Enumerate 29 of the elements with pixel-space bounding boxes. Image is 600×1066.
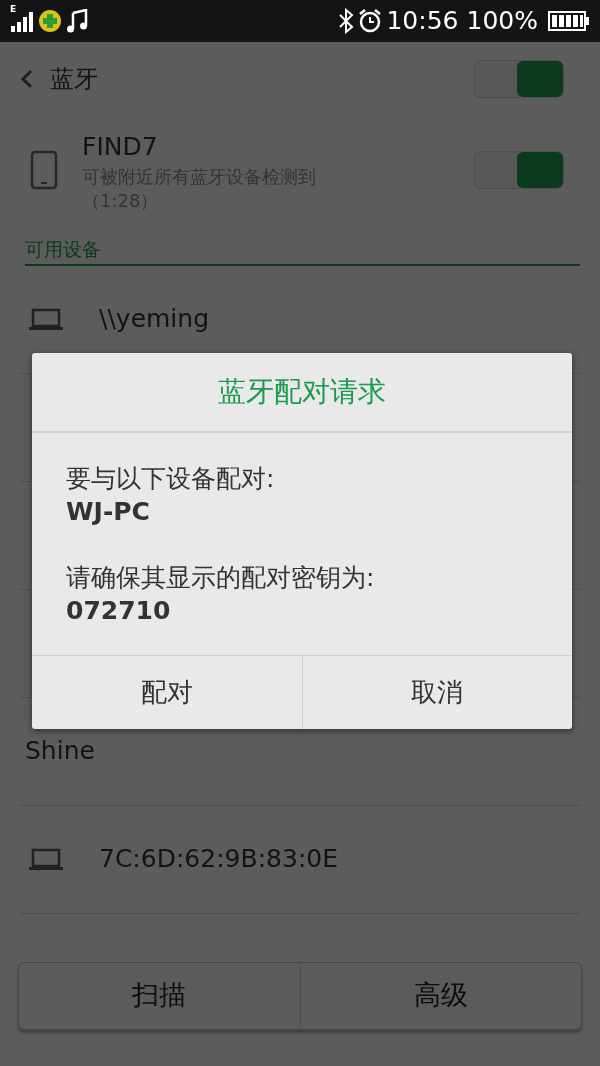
security-app-icon — [38, 9, 62, 33]
clock-time: 10:56 — [386, 5, 459, 38]
dialog-button[interactable]: 取消 — [301, 656, 572, 729]
device-name[interactable]: \\yeming — [94, 300, 210, 338]
section-title: 可用设备 — [25, 225, 580, 266]
laptop-icon — [28, 847, 64, 871]
bottom-button[interactable]: 扫描 — [19, 962, 300, 1029]
back-icon — [20, 68, 34, 89]
phone-icon — [30, 150, 58, 190]
device-name[interactable]: Shine — [20, 732, 95, 770]
dialog-value: 072710 — [66, 594, 172, 627]
toggle-switch[interactable] — [474, 59, 564, 98]
dialog-title: 蓝牙配对请求 — [32, 353, 572, 433]
network-type: E — [10, 2, 17, 16]
battery-icon — [548, 10, 590, 32]
music-note-icon — [66, 9, 88, 33]
battery-percent: 100% — [466, 5, 538, 38]
device-name: FIND7 — [82, 130, 159, 163]
bottom-button[interactable]: 高级 — [299, 962, 581, 1029]
page-title: 蓝牙 — [50, 63, 98, 95]
alarm-clock-icon — [358, 8, 383, 34]
dialog-value: WJ-PC — [66, 495, 151, 528]
laptop-icon — [28, 307, 64, 331]
bluetooth-icon — [338, 8, 355, 34]
dialog-text: 要与以下设备配对: — [66, 463, 276, 495]
device-name[interactable]: 7C:6D:62:9B:83:0E — [94, 840, 338, 878]
dialog-button[interactable]: 配对 — [32, 656, 302, 729]
toggle-switch[interactable] — [474, 151, 564, 189]
dialog-text: 请确保其显示的配对密钥为: — [66, 562, 376, 594]
